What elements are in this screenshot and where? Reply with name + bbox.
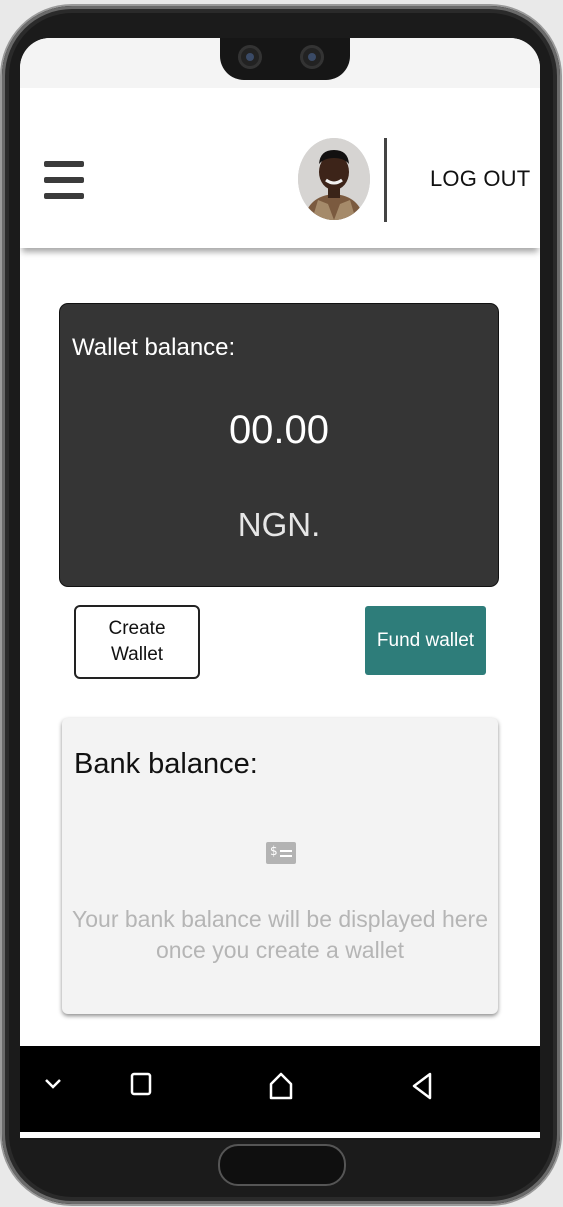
wallet-balance-label: Wallet balance:	[72, 334, 236, 361]
money-bill-icon	[266, 842, 296, 864]
logout-button[interactable]: LOG OUT	[430, 166, 530, 192]
back-icon[interactable]	[410, 1072, 434, 1105]
system-navigation-bar	[20, 1046, 540, 1132]
bank-balance-placeholder: Your bank balance will be displayed here…	[72, 906, 488, 963]
avatar[interactable]	[298, 138, 370, 220]
wallet-currency: NGN.	[237, 506, 321, 543]
app-header: LOG OUT	[20, 88, 540, 248]
bank-balance-card: Bank balance: Your bank balance will be …	[62, 718, 498, 1014]
header-divider	[384, 138, 387, 222]
app-screen: LOG OUT Wallet balance: 00.00 NGN. Creat…	[20, 38, 540, 1138]
wallet-balance-card: Wallet balance: 00.00 NGN.	[60, 304, 498, 586]
camera-notch	[220, 38, 350, 80]
chevron-down-icon[interactable]	[42, 1072, 64, 1099]
home-icon[interactable]	[268, 1072, 294, 1105]
bank-balance-label: Bank balance:	[74, 748, 258, 780]
fund-wallet-button[interactable]: Fund wallet	[365, 606, 486, 675]
home-hardware-button[interactable]	[218, 1144, 346, 1186]
front-camera-icon	[300, 45, 324, 69]
recent-apps-icon[interactable]	[130, 1072, 152, 1101]
create-wallet-button[interactable]: Create Wallet	[74, 605, 200, 679]
phone-frame: LOG OUT Wallet balance: 00.00 NGN. Creat…	[2, 6, 560, 1204]
hamburger-menu-icon[interactable]	[44, 161, 84, 199]
sensor-icon	[238, 45, 262, 69]
wallet-balance-amount: 00.00	[228, 408, 330, 452]
create-wallet-label: Create Wallet	[108, 618, 166, 665]
